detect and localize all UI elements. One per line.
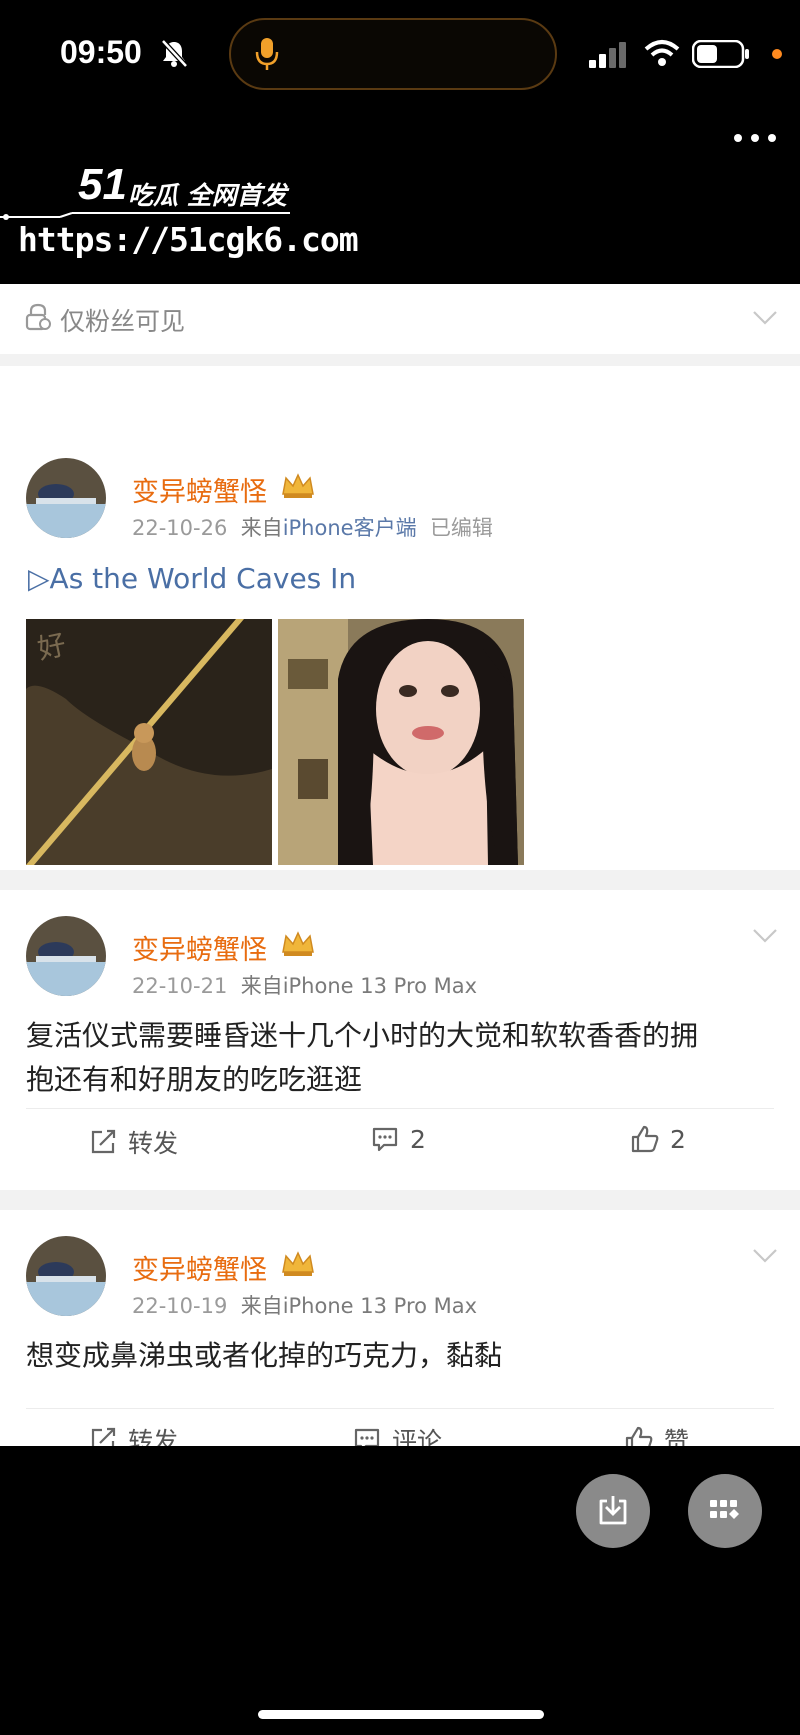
crown-badge-icon: [282, 931, 314, 956]
post-text-line: 抱还有和好朋友的吃吃逛逛: [26, 1063, 363, 1096]
dog-photo: 好: [26, 619, 272, 865]
avatar-image: [26, 916, 106, 996]
download-button[interactable]: [576, 1474, 650, 1548]
repost-button[interactable]: 转发: [88, 1124, 178, 1160]
like-count: 2: [670, 1124, 686, 1154]
post-meta: 22-10-26 来自iPhone客户端 已编辑: [132, 512, 493, 542]
apps-grid-icon: [710, 1500, 739, 1519]
status-bar: 09:50: [0, 0, 800, 142]
song-link[interactable]: ▷As the World Caves In: [28, 562, 356, 595]
microphone-icon: [255, 38, 279, 70]
post-from-label: 来自: [240, 1294, 283, 1318]
dynamic-island: [229, 18, 557, 90]
section-gap: [0, 870, 800, 890]
watermark-url: https://51cgk6.com: [18, 220, 359, 259]
comment-count: 2: [410, 1124, 426, 1154]
post-image-portrait[interactable]: [278, 619, 524, 865]
post-source[interactable]: iPhone 13 Pro Max: [283, 974, 477, 998]
battery-icon: [692, 40, 749, 68]
chevron-down-icon[interactable]: [752, 310, 778, 326]
comment-icon: [372, 1127, 398, 1152]
author-name[interactable]: 变异螃蟹怪: [132, 928, 267, 967]
comment-icon: [354, 1428, 380, 1446]
post-date: 22-10-19: [132, 1294, 228, 1318]
crown-badge-icon: [282, 1251, 314, 1276]
visibility-bar[interactable]: 仅粉丝可见: [0, 284, 800, 355]
repost-label: 转发: [128, 1427, 179, 1446]
lock-icon: [25, 303, 51, 331]
action-divider: [26, 1108, 774, 1109]
post-meta: 22-10-19 来自iPhone 13 Pro Max: [132, 1290, 477, 1320]
status-time: 09:50: [60, 34, 142, 70]
comment-button[interactable]: 评论: [352, 1422, 442, 1446]
thumbs-up-icon: [625, 1426, 653, 1446]
feed-content: 仅粉丝可见 变异螃蟹怪 22-10-26 来自iPhone客户端 已编辑 ▷As…: [0, 284, 800, 1446]
avatar[interactable]: [26, 458, 106, 538]
post-from-label: 来自: [240, 516, 283, 540]
author-name[interactable]: 变异螃蟹怪: [132, 470, 267, 509]
watermark-tagline: 吃瓜 全网首发: [128, 181, 287, 210]
section-gap: [0, 354, 800, 366]
post-meta: 22-10-21 来自iPhone 13 Pro Max: [132, 970, 477, 1000]
avatar-image: [26, 458, 106, 538]
post-date: 22-10-21: [132, 974, 228, 998]
post-image-dog[interactable]: 好: [26, 619, 272, 865]
post-source[interactable]: iPhone客户端: [283, 516, 417, 540]
comment-label: 评论: [392, 1427, 443, 1446]
like-label: 赞: [664, 1427, 690, 1446]
portrait-photo: [278, 619, 524, 865]
chevron-down-icon[interactable]: [752, 1248, 778, 1264]
post-card[interactable]: 变异螃蟹怪 22-10-26 来自iPhone客户端 已编辑 ▷As the W…: [0, 366, 800, 942]
post-text-line: 想变成鼻涕虫或者化掉的巧克力，黏黏: [26, 1339, 503, 1372]
signal-icon: [589, 42, 626, 68]
repost-icon: [91, 1427, 116, 1446]
post-source[interactable]: iPhone 13 Pro Max: [283, 1294, 477, 1318]
action-divider: [26, 1408, 774, 1409]
watermark-logo: 51 吃瓜 全网首发 https://51cgk6.com: [0, 160, 359, 270]
thumbs-up-icon: [631, 1125, 659, 1153]
repost-button[interactable]: 转发: [88, 1422, 178, 1446]
avatar[interactable]: [26, 1236, 106, 1316]
post-text: 复活仪式需要睡昏迷十几个小时的大觉和软软香香的拥 抱还有和好朋友的吃吃逛逛: [26, 1014, 776, 1102]
home-indicator[interactable]: [258, 1710, 544, 1719]
repost-icon: [91, 1129, 116, 1154]
post-card[interactable]: 变异螃蟹怪 22-10-19 来自iPhone 13 Pro Max 想变成鼻涕…: [0, 1210, 800, 1446]
watermark-number: 51: [78, 160, 127, 209]
bell-off-icon: [161, 39, 188, 68]
wifi-icon: [644, 40, 680, 66]
section-gap: [0, 1190, 800, 1210]
repost-label: 转发: [128, 1129, 179, 1158]
download-icon: [599, 1496, 627, 1525]
visibility-label: 仅粉丝可见: [60, 307, 186, 336]
avatar[interactable]: [26, 916, 106, 996]
post-text-line: 复活仪式需要睡昏迷十几个小时的大觉和软软香香的拥: [26, 1019, 699, 1052]
apps-grid-button[interactable]: [688, 1474, 762, 1548]
edited-label: 已编辑: [429, 516, 493, 540]
post-date: 22-10-26: [132, 516, 228, 540]
chevron-down-icon[interactable]: [752, 928, 778, 944]
comment-button[interactable]: 2: [370, 1124, 426, 1154]
more-options-icon[interactable]: [732, 128, 778, 148]
post-from-label: 来自: [240, 974, 283, 998]
post-text: 想变成鼻涕虫或者化掉的巧克力，黏黏: [26, 1334, 776, 1378]
crown-badge-icon: [282, 473, 314, 498]
avatar-image: [26, 1236, 106, 1316]
privacy-indicator-dot: [772, 49, 782, 59]
like-button[interactable]: 赞: [624, 1422, 689, 1446]
like-button[interactable]: 2: [630, 1124, 686, 1154]
post-card[interactable]: 变异螃蟹怪 22-10-21 来自iPhone 13 Pro Max 复活仪式需…: [0, 890, 800, 1172]
author-name[interactable]: 变异螃蟹怪: [132, 1248, 267, 1287]
